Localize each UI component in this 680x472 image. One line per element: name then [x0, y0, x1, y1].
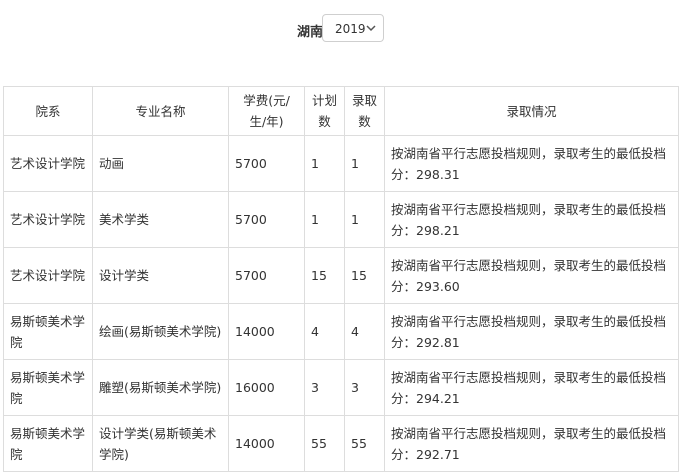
year-select-value: 2019 — [335, 22, 366, 36]
cell-tuition: 5700 — [228, 247, 305, 304]
table-header-row: 院系 专业名称 学费(元/生/年) 计划数 录取数 录取情况 — [3, 86, 679, 136]
cell-tuition: 16000 — [228, 359, 305, 416]
cell-tuition: 5700 — [228, 191, 305, 248]
cell-status: 按湖南省平行志愿投档规则，录取考生的最低投档分：294.21 — [384, 359, 679, 416]
cell-admitted: 55 — [344, 415, 385, 472]
cell-tuition: 5700 — [228, 135, 305, 192]
cell-department: 易斯顿美术学院 — [3, 303, 93, 360]
cell-tuition: 14000 — [228, 303, 305, 360]
cell-plan: 4 — [304, 303, 345, 360]
cell-major: 雕塑(易斯顿美术学院) — [92, 359, 229, 416]
col-header-status: 录取情况 — [384, 86, 679, 136]
table-row: 易斯顿美术学院 雕塑(易斯顿美术学院) 16000 3 3 按湖南省平行志愿投档… — [3, 359, 679, 416]
filter-bar: 湖南 2019 — [0, 14, 680, 44]
cell-major: 绘画(易斯顿美术学院) — [92, 303, 229, 360]
table-row: 艺术设计学院 美术学类 5700 1 1 按湖南省平行志愿投档规则，录取考生的最… — [3, 191, 679, 248]
cell-major: 美术学类 — [92, 191, 229, 248]
cell-status: 按湖南省平行志愿投档规则，录取考生的最低投档分：292.81 — [384, 303, 679, 360]
cell-plan: 1 — [304, 135, 345, 192]
cell-tuition: 14000 — [228, 415, 305, 472]
province-label: 湖南 — [297, 25, 324, 40]
col-header-major: 专业名称 — [92, 86, 229, 136]
table-row: 艺术设计学院 设计学类 5700 15 15 按湖南省平行志愿投档规则，录取考生… — [3, 247, 679, 304]
cell-major: 设计学类(易斯顿美术学院) — [92, 415, 229, 472]
table-row: 易斯顿美术学院 设计学类(易斯顿美术学院) 14000 55 55 按湖南省平行… — [3, 415, 679, 472]
col-header-department: 院系 — [3, 86, 93, 136]
cell-admitted: 1 — [344, 191, 385, 248]
cell-major: 设计学类 — [92, 247, 229, 304]
cell-admitted: 3 — [344, 359, 385, 416]
cell-plan: 1 — [304, 191, 345, 248]
cell-status: 按湖南省平行志愿投档规则，录取考生的最低投档分：293.60 — [384, 247, 679, 304]
cell-plan: 55 — [304, 415, 345, 472]
cell-major: 动画 — [92, 135, 229, 192]
cell-plan: 3 — [304, 359, 345, 416]
table-row: 艺术设计学院 动画 5700 1 1 按湖南省平行志愿投档规则，录取考生的最低投… — [3, 135, 679, 192]
col-header-tuition: 学费(元/生/年) — [228, 86, 305, 136]
cell-department: 艺术设计学院 — [3, 135, 93, 192]
chevron-down-icon — [366, 25, 376, 32]
cell-admitted: 15 — [344, 247, 385, 304]
cell-status: 按湖南省平行志愿投档规则，录取考生的最低投档分：298.21 — [384, 191, 679, 248]
cell-admitted: 4 — [344, 303, 385, 360]
admission-table: 院系 专业名称 学费(元/生/年) 计划数 录取数 录取情况 艺术设计学院 动画… — [3, 86, 679, 472]
table-row: 易斯顿美术学院 绘画(易斯顿美术学院) 14000 4 4 按湖南省平行志愿投档… — [3, 303, 679, 360]
cell-department: 艺术设计学院 — [3, 247, 93, 304]
cell-department: 艺术设计学院 — [3, 191, 93, 248]
cell-department: 易斯顿美术学院 — [3, 415, 93, 472]
cell-status: 按湖南省平行志愿投档规则，录取考生的最低投档分：298.31 — [384, 135, 679, 192]
cell-department: 易斯顿美术学院 — [3, 359, 93, 416]
col-header-admitted: 录取数 — [344, 86, 385, 136]
cell-plan: 15 — [304, 247, 345, 304]
cell-admitted: 1 — [344, 135, 385, 192]
col-header-plan: 计划数 — [304, 86, 345, 136]
cell-status: 按湖南省平行志愿投档规则，录取考生的最低投档分：292.71 — [384, 415, 679, 472]
year-select[interactable]: 2019 — [322, 14, 384, 42]
